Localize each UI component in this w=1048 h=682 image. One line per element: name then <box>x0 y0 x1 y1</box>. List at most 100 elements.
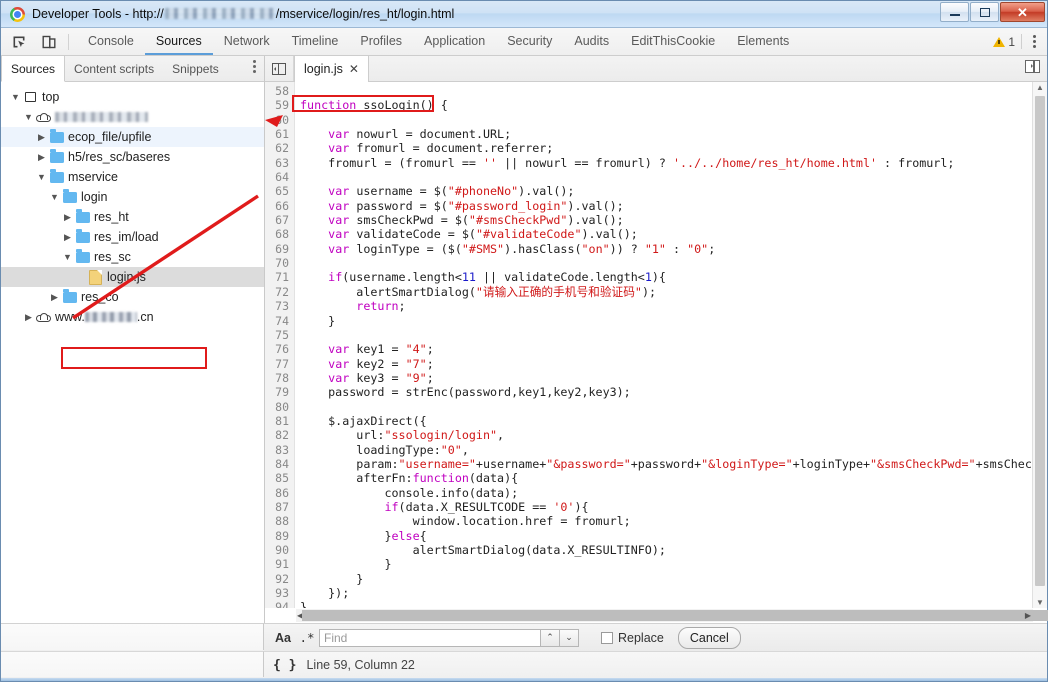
code-line[interactable]: fromurl = (fromurl == '' || nowurl == fr… <box>300 156 1047 170</box>
code-editor[interactable]: 58 59 60 61 62 63 64 65 66 67 68 69 70 71 72 73 74 75 76 77… <box>265 82 1047 608</box>
editor-tab-login-js[interactable]: login.js ✕ <box>294 56 369 82</box>
code-line[interactable]: console.info(data); <box>300 486 1047 500</box>
editor-vertical-scrollbar[interactable]: ▲ ▼ <box>1032 82 1047 608</box>
regex-button[interactable]: .* <box>295 630 319 645</box>
subtab-content-scripts[interactable]: Content scripts <box>65 56 163 81</box>
tab-application[interactable]: Application <box>413 28 496 55</box>
code-line[interactable]: url:"ssologin/login", <box>300 428 1047 442</box>
tree-node-res-ht[interactable]: res_ht <box>1 207 264 227</box>
toggle-navigator-button[interactable] <box>265 56 294 81</box>
code-line[interactable]: var key1 = "4"; <box>300 342 1047 356</box>
tree-node-host[interactable] <box>1 107 264 127</box>
tree-node-login-js[interactable]: login.js <box>1 267 264 287</box>
tab-elements[interactable]: Elements <box>726 28 800 55</box>
code-line[interactable]: var fromurl = document.referrer; <box>300 141 1047 155</box>
tree-node-ecop-file-upfile[interactable]: ecop_file/upfile <box>1 127 264 147</box>
scroll-down-icon[interactable]: ▼ <box>1036 598 1044 607</box>
minimize-button[interactable] <box>940 2 969 22</box>
cancel-button[interactable]: Cancel <box>677 626 741 649</box>
tab-audits[interactable]: Audits <box>563 28 620 55</box>
code-line[interactable]: }); <box>300 586 1047 600</box>
subtab-snippets[interactable]: Snippets <box>163 56 228 81</box>
code-line[interactable]: var smsCheckPwd = $("#smsCheckPwd").val(… <box>300 213 1047 227</box>
code-line[interactable]: alertSmartDialog("请输入正确的手机号和验证码"); <box>300 285 1047 299</box>
twisty-closed-icon[interactable] <box>35 132 48 143</box>
pretty-print-icon[interactable]: { } <box>273 658 296 673</box>
tab-network[interactable]: Network <box>213 28 281 55</box>
code-line[interactable]: $.ajaxDirect({ <box>300 414 1047 428</box>
code-line[interactable]: } <box>300 557 1047 571</box>
code-line[interactable] <box>300 400 1047 414</box>
find-previous-button[interactable]: ⌃ <box>541 628 560 647</box>
code-line[interactable] <box>300 113 1047 127</box>
code-line[interactable]: if(data.X_RESULTCODE == '0'){ <box>300 500 1047 514</box>
toggle-drawer-button[interactable] <box>1025 60 1040 73</box>
tab-console[interactable]: Console <box>77 28 145 55</box>
code-line[interactable]: return; <box>300 299 1047 313</box>
twisty-open-icon[interactable] <box>35 172 48 182</box>
code-line[interactable]: var validateCode = $("#validateCode").va… <box>300 227 1047 241</box>
twisty-closed-icon[interactable] <box>48 292 61 303</box>
warning-indicator[interactable]: 1 <box>993 35 1015 49</box>
code-line[interactable]: if(username.length<11 || validateCode.le… <box>300 270 1047 284</box>
code-line[interactable]: } <box>300 572 1047 586</box>
code-line[interactable]: function ssoLogin() { <box>300 98 1047 112</box>
code-line[interactable]: } <box>300 600 1047 608</box>
code-line[interactable] <box>300 256 1047 270</box>
editor-horizontal-scrollbar[interactable]: ◀ ▶ <box>296 609 1048 622</box>
tree-node-www-host[interactable]: www. .cn <box>1 307 264 327</box>
code-line[interactable]: }else{ <box>300 529 1047 543</box>
tree-node-login[interactable]: login <box>1 187 264 207</box>
search-input[interactable] <box>319 628 541 647</box>
replace-toggle[interactable]: Replace <box>601 631 664 645</box>
replace-checkbox[interactable] <box>601 631 613 644</box>
tree-node-top[interactable]: top <box>1 87 264 107</box>
twisty-open-icon[interactable] <box>9 92 22 102</box>
code-line[interactable] <box>300 170 1047 184</box>
vertical-scroll-thumb[interactable] <box>1035 96 1045 586</box>
twisty-closed-icon[interactable] <box>61 212 74 223</box>
devtools-menu-icon[interactable] <box>1028 33 1041 50</box>
twisty-closed-icon[interactable] <box>22 312 35 323</box>
twisty-open-icon[interactable] <box>61 252 74 262</box>
tab-editthiscookie[interactable]: EditThisCookie <box>620 28 726 55</box>
code-line[interactable] <box>300 328 1047 342</box>
code-line[interactable]: window.location.href = fromurl; <box>300 514 1047 528</box>
code-line[interactable]: var key2 = "7"; <box>300 357 1047 371</box>
source-code[interactable]: function ssoLogin() { var nowurl = docum… <box>295 82 1047 608</box>
code-line[interactable]: afterFn:function(data){ <box>300 471 1047 485</box>
tab-profiles[interactable]: Profiles <box>349 28 413 55</box>
code-line[interactable]: var password = $("#password_login").val(… <box>300 199 1047 213</box>
close-button[interactable]: ✕ <box>1000 2 1045 22</box>
code-line[interactable]: var key3 = "9"; <box>300 371 1047 385</box>
scroll-up-icon[interactable]: ▲ <box>1036 83 1044 92</box>
code-line[interactable]: var loginType = ($("#SMS").hasClass("on"… <box>300 242 1047 256</box>
horizontal-scroll-thumb[interactable] <box>302 610 1048 621</box>
code-line[interactable]: password = strEnc(password,key1,key2,key… <box>300 385 1047 399</box>
code-line[interactable] <box>300 84 1047 98</box>
code-line[interactable]: loadingType:"0", <box>300 443 1047 457</box>
code-line[interactable]: param:"username="+username+"&password="+… <box>300 457 1047 471</box>
close-icon[interactable]: ✕ <box>349 62 359 76</box>
tab-timeline[interactable]: Timeline <box>281 28 350 55</box>
device-toolbar-icon[interactable] <box>37 31 61 53</box>
twisty-open-icon[interactable] <box>48 192 61 202</box>
tab-sources[interactable]: Sources <box>144 28 213 55</box>
scroll-right-icon[interactable]: ▶ <box>1025 611 1031 620</box>
subtab-sources[interactable]: Sources <box>1 56 66 82</box>
twisty-closed-icon[interactable] <box>61 232 74 243</box>
navigator-menu-icon[interactable] <box>253 60 256 73</box>
code-line[interactable]: var username = $("#phoneNo").val(); <box>300 184 1047 198</box>
tree-node-mservice[interactable]: mservice <box>1 167 264 187</box>
tree-node-h5-res-sc-baseres[interactable]: h5/res_sc/baseres <box>1 147 264 167</box>
find-next-button[interactable]: ⌄ <box>560 628 579 647</box>
maximize-button[interactable] <box>970 2 999 22</box>
match-case-button[interactable]: Aa <box>271 631 295 645</box>
tree-node-res-co[interactable]: res_co <box>1 287 264 307</box>
twisty-closed-icon[interactable] <box>35 152 48 163</box>
tree-node-res-sc[interactable]: res_sc <box>1 247 264 267</box>
code-line[interactable]: var nowurl = document.URL; <box>300 127 1047 141</box>
tab-security[interactable]: Security <box>496 28 563 55</box>
code-line[interactable]: } <box>300 314 1047 328</box>
inspect-element-icon[interactable] <box>7 31 31 53</box>
